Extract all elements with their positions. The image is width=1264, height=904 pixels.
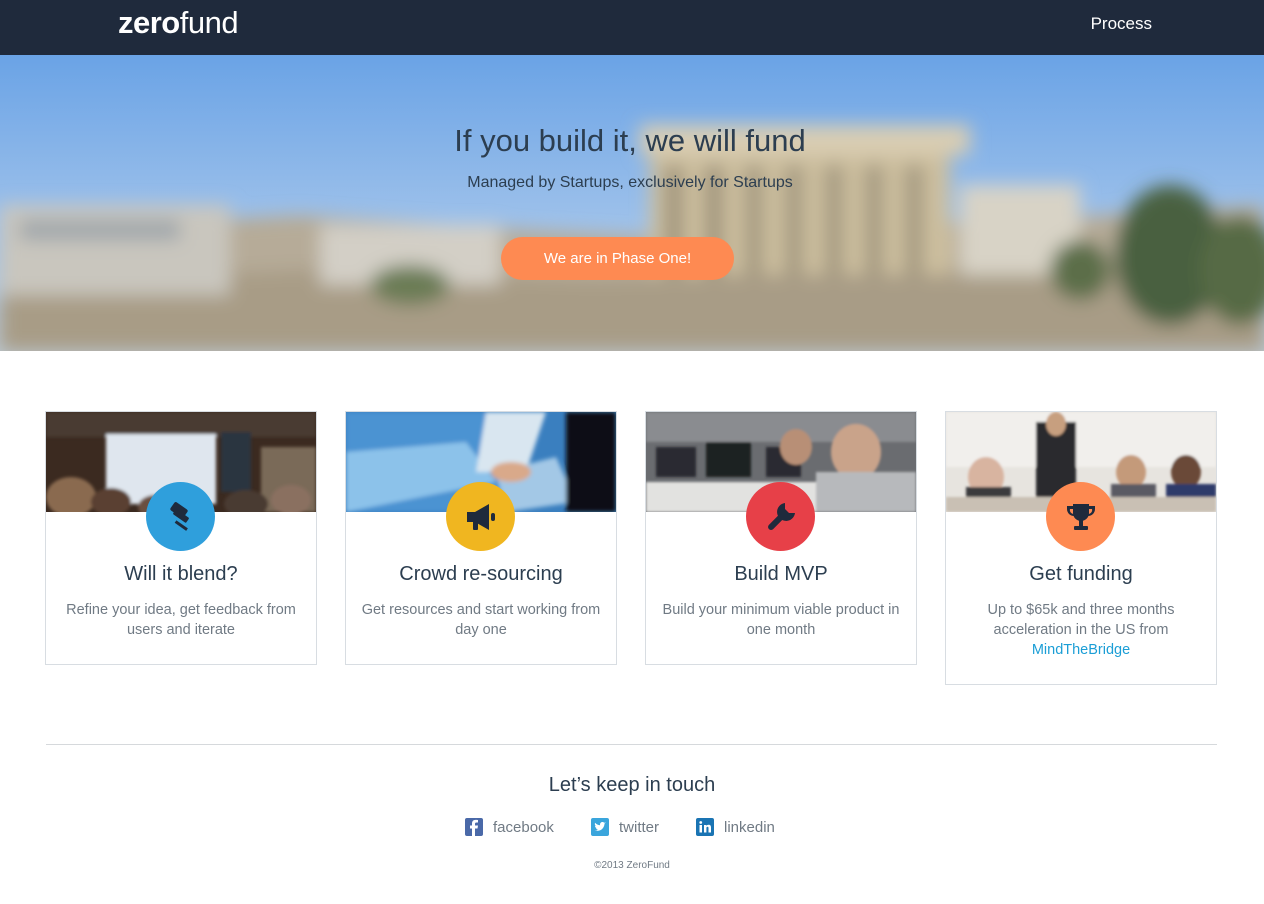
feature-card: Build MVP Build your minimum viable prod…	[645, 411, 917, 665]
logo-light-text: fund	[179, 5, 239, 40]
linkedin-icon	[696, 818, 714, 836]
hero-banner: If you build it, we will fund Managed by…	[0, 55, 1264, 351]
trophy-icon	[1067, 504, 1095, 530]
wrench-icon	[768, 503, 795, 530]
mindthebridge-link[interactable]: MindTheBridge	[1032, 642, 1130, 658]
facebook-icon	[465, 818, 483, 836]
feature-description: Get resources and start working from day…	[361, 602, 601, 638]
nav-process-link[interactable]: Process	[1091, 14, 1152, 34]
linkedin-label: linkedin	[724, 818, 775, 836]
hero-title: If you build it, we will fund	[454, 123, 806, 158]
facebook-link[interactable]: facebook	[465, 817, 554, 837]
feature-card: Crowd re-sourcing Get resources and star…	[345, 411, 617, 665]
facebook-label: facebook	[493, 818, 554, 836]
feature-title: Will it blend?	[124, 563, 238, 585]
keep-in-touch-title: Let’s keep in touch	[548, 774, 716, 796]
twitter-link[interactable]: twitter	[591, 817, 659, 837]
feature-icon-circle	[146, 482, 215, 551]
feature-icon-circle	[446, 482, 515, 551]
feature-description: Up to $65k and three months acceleration…	[956, 600, 1206, 660]
feature-title: Get funding	[1029, 563, 1133, 585]
logo[interactable]: zerofund	[118, 5, 239, 41]
linkedin-link[interactable]: linkedin	[696, 817, 775, 837]
hero-subtitle: Managed by Startups, exclusively for Sta…	[467, 174, 793, 191]
feature-card: Get funding Up to $65k and three months …	[945, 411, 1217, 685]
feature-description: Refine your idea, get feedback from user…	[66, 602, 296, 638]
megaphone-icon	[467, 504, 495, 530]
pushpin-icon	[170, 502, 189, 531]
navbar: zerofund Process	[0, 0, 1264, 55]
copyright-text: ©2013 ZeroFund	[594, 860, 670, 871]
feature-description-text: Up to $65k and three months acceleration…	[987, 602, 1175, 638]
feature-icon-circle	[746, 482, 815, 551]
feature-description: Build your minimum viable product in one…	[662, 602, 900, 638]
footer-divider	[46, 744, 1217, 745]
feature-card: Will it blend? Refine your idea, get fee…	[45, 411, 317, 665]
hero-background-image	[0, 55, 1264, 351]
feature-title: Crowd re-sourcing	[399, 563, 563, 585]
feature-icon-circle	[1046, 482, 1115, 551]
feature-title: Build MVP	[734, 563, 828, 585]
twitter-label: twitter	[619, 818, 660, 836]
twitter-icon	[591, 818, 609, 836]
phase-one-button[interactable]: We are in Phase One!	[501, 237, 734, 280]
logo-bold-text: zero	[118, 5, 180, 40]
